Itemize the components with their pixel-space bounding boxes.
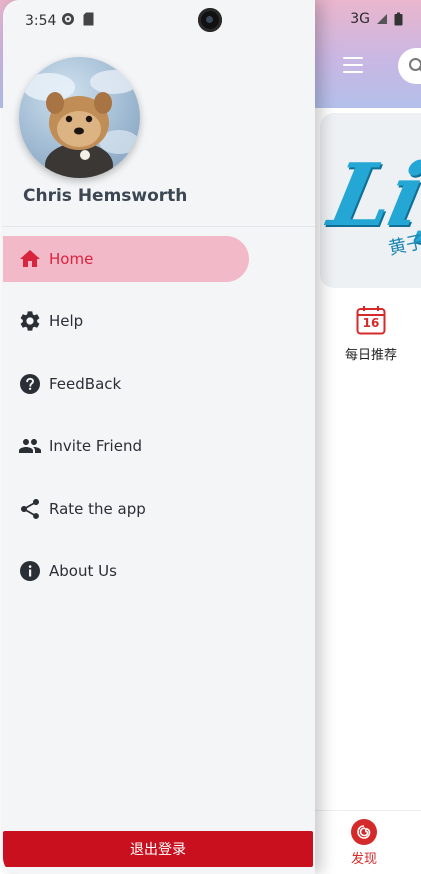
daily-recommend-label: 每日推荐 [344,348,397,363]
sd-card-icon [83,12,94,26]
signal-icon [377,14,387,24]
menu-item-about-us[interactable]: About Us [3,548,315,594]
help-circle-icon [18,372,42,396]
home-icon [18,247,42,271]
info-icon [18,559,42,583]
people-icon [18,434,42,458]
avatar[interactable] [19,57,140,178]
discover-label: 发现 [350,852,377,867]
promo-banner[interactable]: Lig 黄子 [320,113,421,288]
daily-recommend-button[interactable]: 16 每日推荐 [338,305,404,363]
menu-item-label: Home [49,250,94,268]
search-icon [409,58,421,72]
status-bar-right: 3G [350,11,403,27]
menu-item-help[interactable]: Help [3,298,315,344]
navigation-drawer: 3:54 Chris Hemsworth Home Help FeedBack … [3,0,315,874]
logout-button[interactable]: 退出登录 [3,831,313,867]
calendar-day: 16 [362,316,380,330]
menu-item-label: About Us [49,561,117,580]
menu-item-label: Help [49,312,84,331]
nav-discover[interactable]: 发现 [342,819,386,867]
status-time: 3:54 [25,13,57,29]
menu-item-home[interactable]: Home [3,236,249,282]
user-name: Chris Hemsworth [23,186,188,206]
network-label: 3G [350,11,370,27]
gear-icon [18,309,42,333]
status-icons [61,12,94,26]
menu-item-invite-friend[interactable]: Invite Friend [3,423,315,469]
menu-item-label: FeedBack [49,374,122,393]
bottom-nav: 发现 [314,810,421,874]
status-bar: 3:54 [3,0,315,40]
divider [3,226,315,227]
hamburger-menu-icon[interactable] [343,57,363,73]
battery-icon [394,12,403,26]
search-button[interactable] [398,48,421,84]
discover-icon [351,819,377,845]
menu-item-label: Invite Friend [49,437,142,456]
share-icon [18,497,42,521]
menu-item-feedback[interactable]: FeedBack [3,361,315,407]
menu-item-label: Rate the app [49,499,146,518]
calendar-icon: 16 [356,305,386,335]
front-camera [198,8,222,32]
menu-item-rate-app[interactable]: Rate the app [3,486,315,532]
drawer-menu: Home Help FeedBack Invite Friend Rate th [3,236,315,610]
notification-icon [62,13,74,25]
